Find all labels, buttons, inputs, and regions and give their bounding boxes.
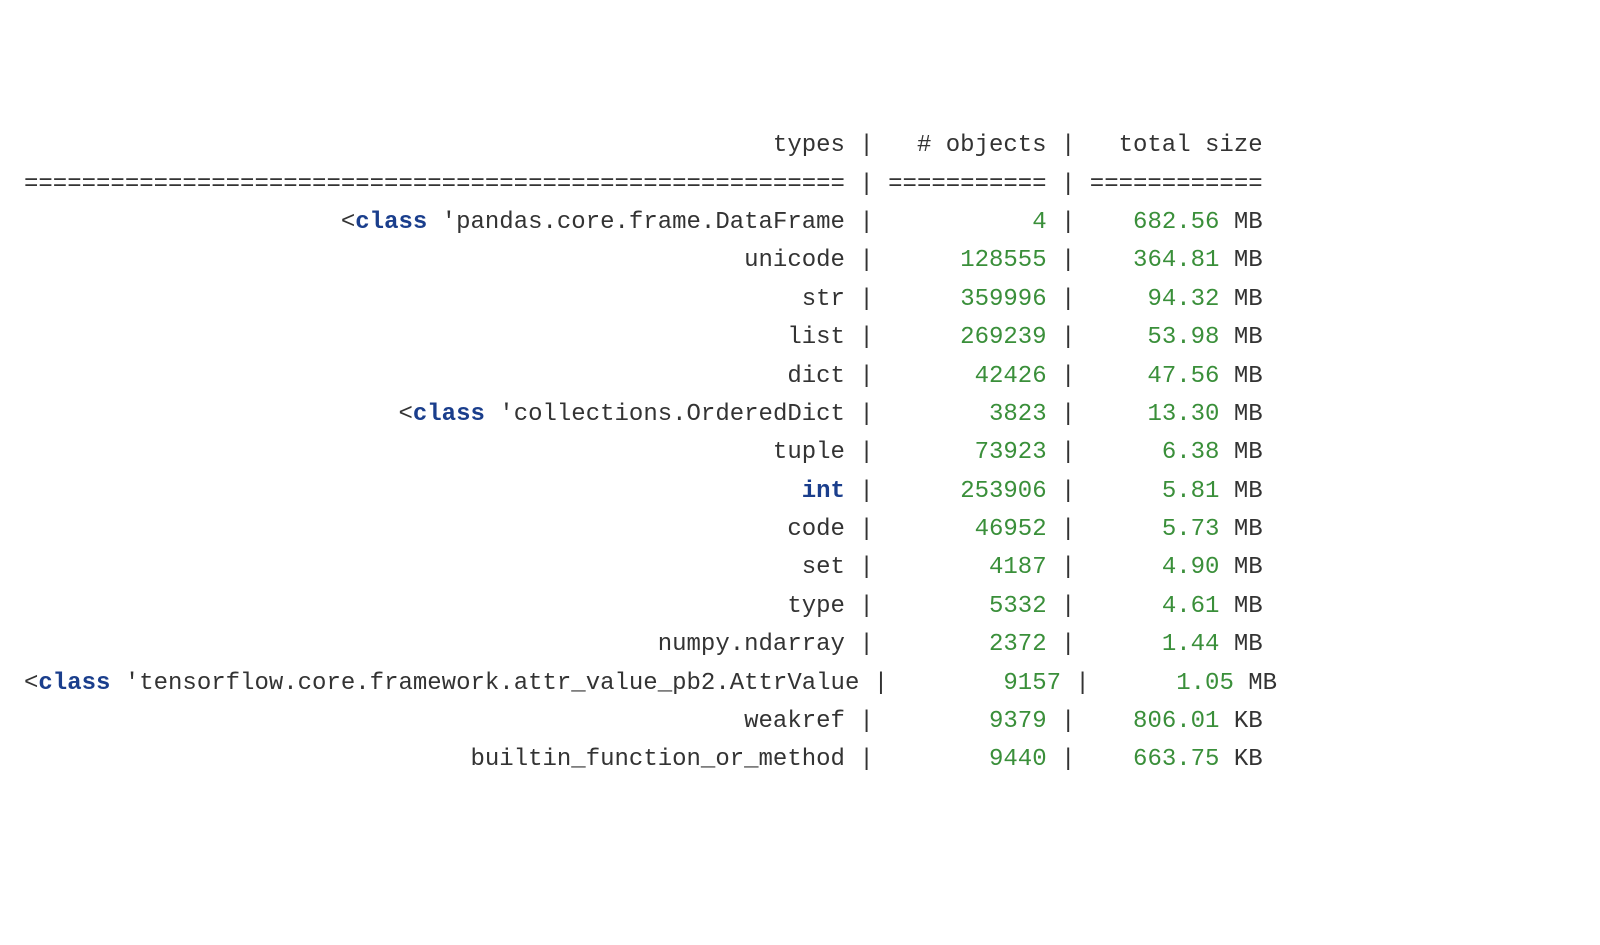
type-name: code xyxy=(787,516,845,543)
type-name: list xyxy=(787,324,845,351)
type-prefix: < xyxy=(398,401,412,428)
object-count: 4187 xyxy=(989,554,1047,581)
object-count: 9379 xyxy=(989,708,1047,735)
size-unit: MB xyxy=(1219,516,1262,543)
type-name: weakref xyxy=(744,708,845,735)
type-name: unicode xyxy=(744,247,845,274)
table-row: weakref | 9379 | 806.01 KB xyxy=(24,703,1576,741)
type-name: set xyxy=(802,554,845,581)
size-unit: MB xyxy=(1219,439,1262,466)
table-row: set | 4187 | 4.90 MB xyxy=(24,549,1576,587)
keyword: int xyxy=(802,478,845,505)
object-count: 9440 xyxy=(989,746,1047,773)
size-value: 682.56 xyxy=(1133,209,1219,236)
object-count: 128555 xyxy=(960,247,1046,274)
keyword: class xyxy=(413,401,485,428)
size-value: 13.30 xyxy=(1147,401,1219,428)
size-unit: MB xyxy=(1219,478,1262,505)
size-unit: MB xyxy=(1219,554,1262,581)
table-row: str | 359996 | 94.32 MB xyxy=(24,281,1576,319)
size-value: 663.75 xyxy=(1133,746,1219,773)
object-count: 3823 xyxy=(989,401,1047,428)
type-name: tuple xyxy=(773,439,845,466)
size-value: 94.32 xyxy=(1147,286,1219,313)
size-unit: MB xyxy=(1219,324,1262,351)
size-unit: MB xyxy=(1219,209,1262,236)
type-name: numpy.ndarray xyxy=(658,631,845,658)
table-row: int | 253906 | 5.81 MB xyxy=(24,473,1576,511)
table-row: builtin_function_or_method | 9440 | 663.… xyxy=(24,741,1576,779)
size-value: 47.56 xyxy=(1147,363,1219,390)
table-divider-row: ========================================… xyxy=(24,166,1576,204)
size-value: 5.73 xyxy=(1162,516,1220,543)
type-prefix: < xyxy=(341,209,355,236)
object-count: 4 xyxy=(1032,209,1046,236)
size-value: 5.81 xyxy=(1162,478,1220,505)
size-unit: MB xyxy=(1219,401,1262,428)
object-count: 359996 xyxy=(960,286,1046,313)
table-header-row: types | # objects | total size xyxy=(24,127,1576,165)
object-count: 2372 xyxy=(989,631,1047,658)
table-row: code | 46952 | 5.73 MB xyxy=(24,511,1576,549)
object-count: 73923 xyxy=(975,439,1047,466)
object-count: 42426 xyxy=(975,363,1047,390)
size-value: 1.44 xyxy=(1162,631,1220,658)
size-unit: KB xyxy=(1219,746,1262,773)
table-row: <class 'pandas.core.frame.DataFrame | 4 … xyxy=(24,204,1576,242)
object-count: 5332 xyxy=(989,593,1047,620)
table-row: list | 269239 | 53.98 MB xyxy=(24,319,1576,357)
memory-summary-output: types | # objects | total size==========… xyxy=(24,127,1576,780)
type-name: builtin_function_or_method xyxy=(470,746,844,773)
table-row: unicode | 128555 | 364.81 MB xyxy=(24,242,1576,280)
keyword: class xyxy=(355,209,427,236)
table-row: numpy.ndarray | 2372 | 1.44 MB xyxy=(24,626,1576,664)
size-unit: MB xyxy=(1219,247,1262,274)
size-value: 806.01 xyxy=(1133,708,1219,735)
type-name: dict xyxy=(787,363,845,390)
table-row: dict | 42426 | 47.56 MB xyxy=(24,358,1576,396)
size-value: 6.38 xyxy=(1162,439,1220,466)
type-name: 'pandas.core.frame.DataFrame xyxy=(427,209,845,236)
type-name: str xyxy=(802,286,845,313)
size-value: 4.90 xyxy=(1162,554,1220,581)
size-value: 53.98 xyxy=(1147,324,1219,351)
object-count: 269239 xyxy=(960,324,1046,351)
object-count: 253906 xyxy=(960,478,1046,505)
table-row: <class 'tensorflow.core.framework.attr_v… xyxy=(24,665,1576,703)
type-name: type xyxy=(787,593,845,620)
table-row: tuple | 73923 | 6.38 MB xyxy=(24,434,1576,472)
table-row: type | 5332 | 4.61 MB xyxy=(24,588,1576,626)
size-unit: MB xyxy=(1219,363,1262,390)
size-value: 364.81 xyxy=(1133,247,1219,274)
size-unit: MB xyxy=(1219,593,1262,620)
size-value: 4.61 xyxy=(1162,593,1220,620)
object-count: 46952 xyxy=(975,516,1047,543)
table-row: <class 'collections.OrderedDict | 3823 |… xyxy=(24,396,1576,434)
size-unit: MB xyxy=(1219,631,1262,658)
size-unit: MB xyxy=(1219,286,1262,313)
size-unit: KB xyxy=(1219,708,1262,735)
type-name: 'collections.OrderedDict xyxy=(485,401,845,428)
